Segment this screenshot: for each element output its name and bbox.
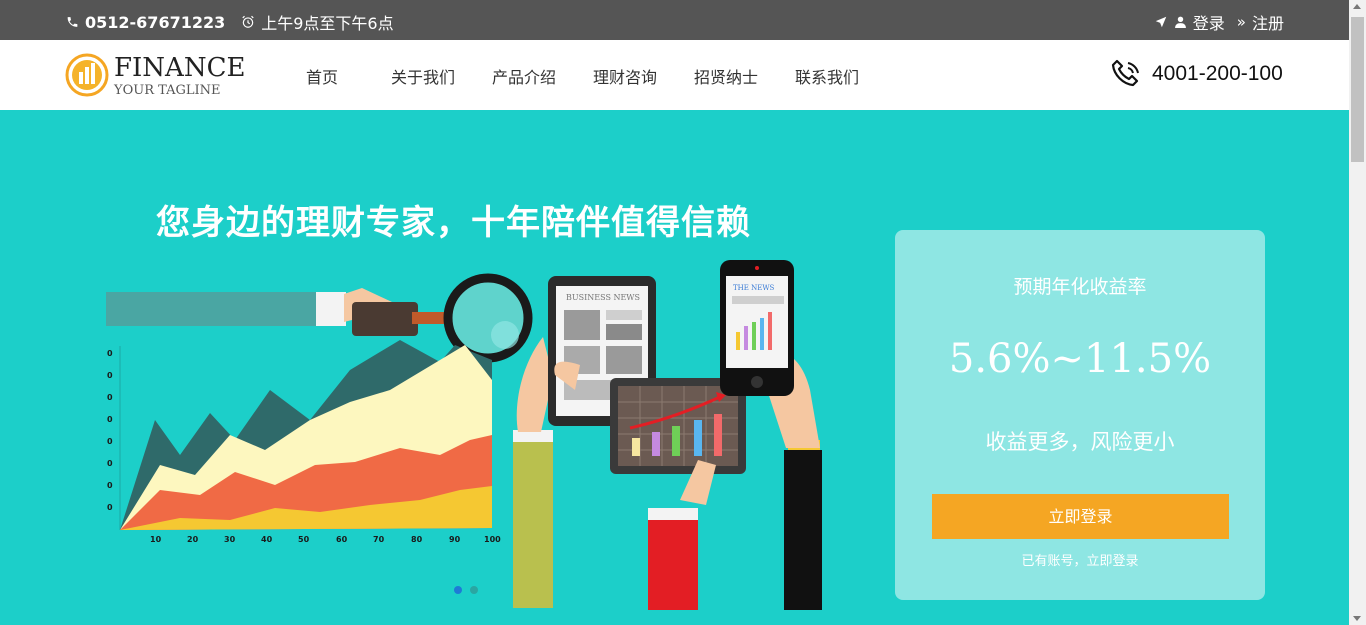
scroll-down-icon[interactable]: [1353, 616, 1361, 621]
topbar-hours: 上午9点至下午6点: [261, 14, 394, 33]
location-arrow-icon: [1155, 16, 1167, 28]
hotline-number: 4001-200-100: [1152, 62, 1283, 85]
page-scrollbar[interactable]: [1349, 0, 1366, 625]
hotline: 4001-200-100: [1110, 57, 1283, 91]
nav-item-products[interactable]: 产品介绍: [492, 64, 593, 88]
nav-item-careers[interactable]: 招贤纳士: [694, 64, 795, 88]
phone-caption: THE NEWS: [733, 284, 775, 292]
y-tick: 0: [107, 459, 113, 468]
x-tick: 30: [224, 535, 236, 544]
finance-illustration: 0 0 0 0 0 0 0 0 10 20 30 40 50 60 70 80 …: [106, 260, 822, 610]
hero-banner: 您身边的理财专家，十年陪伴值得信赖 0 0 0 0 0 0 0 0 10 20: [0, 110, 1349, 625]
x-tick: 70: [373, 535, 385, 544]
carousel-dot[interactable]: [470, 586, 478, 594]
carousel-dots: [454, 586, 478, 594]
user-icon: [1174, 16, 1186, 28]
scrollbar-thumb[interactable]: [1351, 17, 1364, 162]
y-tick: 0: [107, 393, 113, 402]
logo-name: FINANCE: [114, 53, 246, 83]
phone-call-icon: [1111, 59, 1139, 87]
logo-emblem-icon: [65, 53, 109, 97]
y-tick: 0: [107, 481, 113, 490]
x-tick: 90: [449, 535, 461, 544]
x-tick: 20: [187, 535, 199, 544]
login-now-button[interactable]: 立即登录: [932, 494, 1229, 539]
logo[interactable]: FINANCE YOUR TAGLINE: [64, 51, 246, 101]
y-tick: 0: [107, 503, 113, 512]
double-chevron-icon: »: [1236, 13, 1246, 31]
nav-item-contact[interactable]: 联系我们: [795, 64, 859, 88]
register-link[interactable]: 注册: [1252, 10, 1284, 34]
x-tick: 80: [411, 535, 423, 544]
y-tick: 0: [107, 415, 113, 424]
account-links: 登录 » 注册: [1154, 10, 1284, 34]
nav-item-consulting[interactable]: 理财咨询: [593, 64, 694, 88]
nav-item-about[interactable]: 关于我们: [391, 64, 492, 88]
x-tick: 60: [336, 535, 348, 544]
chart-y-ticks: 0 0 0 0 0 0 0 0: [107, 349, 113, 512]
y-tick: 0: [107, 371, 113, 380]
hero-slogan: 您身边的理财专家，十年陪伴值得信赖: [156, 203, 751, 243]
top-info-bar: 0512-67671223 上午9点至下午6点 登录 » 注册: [0, 0, 1349, 40]
login-link[interactable]: 登录: [1193, 10, 1225, 34]
scroll-up-icon[interactable]: [1353, 4, 1361, 9]
logo-tagline: YOUR TAGLINE: [114, 83, 221, 98]
x-tick: 50: [298, 535, 310, 544]
x-tick: 10: [150, 535, 162, 544]
login-hint-link[interactable]: 已有账号，立即登录: [895, 550, 1265, 569]
carousel-dot[interactable]: [454, 586, 462, 594]
x-tick: 100: [484, 535, 501, 544]
alarm-clock-icon: [242, 15, 254, 28]
chart-x-ticks: 10 20 30 40 50 60 70 80 90 100: [150, 535, 501, 544]
nav-item-home[interactable]: 首页: [306, 64, 391, 88]
yield-rate: 5.6%~11.5%: [948, 336, 1212, 382]
yield-card: 预期年化收益率 5.6%~11.5% 收益更多，风险更小 立即登录 已有账号，立…: [895, 230, 1265, 600]
yield-label: 预期年化收益率: [1013, 276, 1147, 298]
y-tick: 0: [107, 437, 113, 446]
yield-description: 收益更多，风险更小: [985, 430, 1175, 454]
phone-icon: [67, 17, 78, 27]
main-nav: 首页 关于我们 产品介绍 理财咨询 招贤纳士 联系我们: [290, 64, 859, 88]
tablet-caption: BUSINESS NEWS: [566, 293, 640, 302]
y-tick: 0: [107, 349, 113, 358]
contact-info: 0512-67671223 上午9点至下午6点: [66, 10, 394, 34]
x-tick: 40: [261, 535, 273, 544]
site-header: FINANCE YOUR TAGLINE 首页 关于我们 产品介绍 理财咨询 招…: [0, 40, 1349, 110]
topbar-phone: 0512-67671223: [85, 12, 226, 32]
